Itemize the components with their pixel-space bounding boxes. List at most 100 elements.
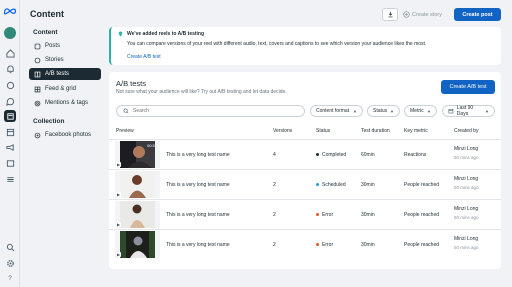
versions: 2: [273, 242, 276, 248]
column-header[interactable]: Key metric: [404, 128, 428, 134]
menu-icon[interactable]: [4, 173, 16, 185]
filter-metric[interactable]: Metric ▼: [404, 105, 437, 117]
reel-thumbnail: ▶: [115, 231, 160, 258]
column-header[interactable]: Test duration: [361, 128, 390, 134]
column-header[interactable]: Status: [316, 128, 330, 134]
ads-icon[interactable]: [4, 141, 16, 153]
search-icon[interactable]: [4, 241, 16, 253]
calendar-icon: [448, 108, 454, 114]
created-time: 50 mins ago: [454, 185, 479, 190]
status-label: Completed: [322, 152, 347, 158]
status-label: Error: [322, 242, 334, 248]
column-header[interactable]: Versions: [273, 128, 292, 134]
creator-name: Minzi Long: [454, 206, 479, 212]
banner-create-link[interactable]: Create A/B test: [127, 54, 161, 60]
sidebar-item-facebook-photos[interactable]: Facebook photos: [29, 129, 101, 141]
key-metric: Reactions: [404, 152, 427, 158]
filter-content-format[interactable]: Content format ▼: [310, 105, 363, 117]
creator-name: Minzi Long: [454, 176, 479, 182]
photo-icon: [34, 132, 41, 138]
versions: 4: [273, 152, 276, 158]
table-row[interactable]: 00:59 ▶ This is a very long test name 4 …: [109, 140, 501, 169]
filter-status[interactable]: Status ▼: [367, 105, 400, 117]
banner-title: We've added reels to A/B testing: [127, 31, 205, 37]
status: Completed: [316, 152, 346, 158]
content-icon[interactable]: [4, 110, 16, 122]
test-duration: 30min: [361, 182, 375, 188]
ab-test-icon: [34, 71, 41, 77]
column-header[interactable]: Preview: [116, 128, 134, 134]
create-post-button[interactable]: Create post: [454, 8, 501, 21]
notifications-icon[interactable]: [4, 63, 16, 75]
filter-label: Last 90 Days: [456, 105, 474, 117]
download-button[interactable]: [382, 8, 398, 21]
reel-thumbnail: ▶: [115, 201, 160, 228]
insights-icon[interactable]: [4, 126, 16, 138]
created-by: Minzi Long 50 mins ago: [454, 206, 479, 220]
post-icon: [34, 43, 41, 49]
thumbnail-image: [120, 171, 155, 198]
banner-text: You can compare versions of your reel wi…: [127, 41, 427, 47]
sidebar-item-label: Mentions & tags: [45, 100, 89, 106]
reel-thumbnail: 00:59 ▶: [115, 141, 160, 168]
test-duration: 60min: [361, 152, 375, 158]
test-name: This is a very long test name: [166, 242, 230, 248]
grid-icon: [34, 86, 41, 92]
sidebar-item-stories[interactable]: Stories: [29, 54, 101, 66]
ab-tests-title: A/B tests: [116, 79, 147, 88]
created-by: Minzi Long 50 mins ago: [454, 176, 479, 190]
chevron-down-icon: ▼: [427, 108, 431, 114]
status-dot: [316, 183, 319, 187]
filter-label: Content format: [316, 108, 350, 114]
status-dot: [316, 153, 319, 157]
sidebar-item-posts[interactable]: Posts: [29, 40, 101, 52]
section-collection: Collection: [33, 118, 65, 125]
help-icon[interactable]: ?: [4, 273, 16, 285]
thumbnail-image: [120, 231, 155, 258]
column-header[interactable]: Created by: [454, 128, 478, 134]
create-ab-test-button[interactable]: Create A/B test: [441, 80, 495, 94]
filter-date-range[interactable]: Last 90 Days ▼: [442, 105, 495, 117]
status-label: Error: [322, 212, 334, 218]
left-rail: ?: [0, 0, 20, 287]
chevron-down-icon: ▼: [353, 108, 357, 114]
sidebar-item-feed-grid[interactable]: Feed & grid: [29, 83, 101, 95]
monetization-icon[interactable]: [4, 157, 16, 169]
meta-logo-icon[interactable]: [3, 7, 17, 15]
lightbulb-icon: [118, 31, 123, 37]
sidebar-item-mentions-tags[interactable]: Mentions & tags: [29, 97, 101, 109]
planner-icon[interactable]: [4, 79, 16, 91]
settings-icon[interactable]: [4, 257, 16, 269]
search-box[interactable]: [116, 105, 305, 117]
download-icon: [387, 11, 393, 18]
sidebar-item-ab-tests[interactable]: A/B tests: [29, 68, 101, 80]
versions: 2: [273, 182, 276, 188]
sidebar-item-label: Posts: [45, 43, 61, 49]
reel-icon: ▶: [116, 222, 121, 227]
sidebar-item-label: Facebook photos: [45, 132, 92, 138]
creator-name: Minzi Long: [454, 146, 479, 152]
table-header: Preview Versions Status Test duration Ke…: [109, 126, 501, 137]
account-avatar[interactable]: [4, 27, 16, 39]
page-title: Content: [30, 9, 64, 19]
reel-icon: ▶: [116, 192, 121, 197]
inbox-icon[interactable]: [4, 95, 16, 107]
table-row[interactable]: ▶ This is a very long test name 2 Schedu…: [109, 170, 501, 199]
created-by: Minzi Long 50 mins ago: [454, 146, 479, 160]
status-dot: [316, 213, 319, 217]
reel-icon: ▶: [116, 162, 121, 167]
filter-label: Metric: [410, 108, 424, 114]
key-metric: People reached: [404, 182, 440, 188]
sidebar-item-label: Stories: [45, 57, 64, 63]
key-metric: People reached: [404, 212, 440, 218]
create-story-label: Create story: [412, 11, 442, 18]
versions: 2: [273, 212, 276, 218]
table-row[interactable]: ▶ This is a very long test name 2 Error …: [109, 230, 501, 259]
table-row[interactable]: ▶ This is a very long test name 2 Error …: [109, 200, 501, 229]
search-input[interactable]: [133, 108, 293, 114]
status-label: Scheduled: [322, 182, 346, 188]
reel-thumbnail: ▶: [115, 171, 160, 198]
status: Scheduled: [316, 182, 346, 188]
home-icon[interactable]: [4, 47, 16, 59]
create-story-button[interactable]: Create story: [403, 8, 442, 21]
